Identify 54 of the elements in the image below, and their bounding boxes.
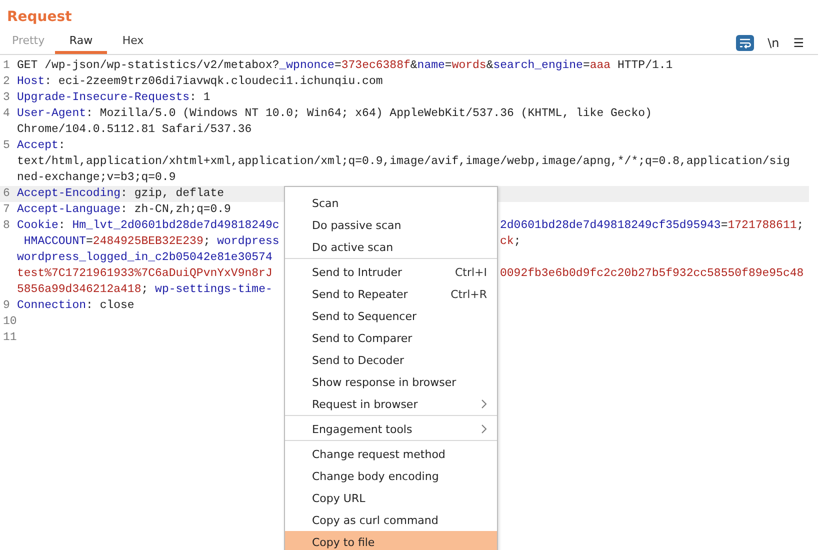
code-text: ned-exchange;v=b3;q=0.9 bbox=[17, 170, 176, 186]
word-wrap-icon[interactable] bbox=[736, 34, 754, 50]
code-text: HMACCOUNT=2484925BEB32E239; wordpress bbox=[22, 234, 280, 250]
menu-item[interactable]: Copy URL bbox=[285, 487, 497, 509]
line-number: 10 bbox=[2, 314, 16, 330]
chevron-right-icon bbox=[481, 399, 487, 409]
menu-item[interactable]: Show response in browser bbox=[285, 371, 497, 393]
line-number: 5 bbox=[2, 138, 11, 154]
menu-item[interactable]: Send to Repeater Ctrl+R bbox=[285, 283, 497, 305]
menu-item[interactable]: Scan bbox=[285, 192, 497, 214]
code-text: ck; bbox=[500, 234, 521, 250]
code-text: 5856a99d346212a418; wp-settings-time- bbox=[17, 282, 272, 298]
code-text: Host: eci-2zeem9trz06di7iavwqk.cloudeci1.ichunqiu.com bbox=[17, 74, 383, 90]
code-text: GET /wp-json/wp-statistics/v2/metabox?_wpnonce=373ec6388f&name=words&search_engine=aaa HTTP/1.1 bbox=[17, 58, 673, 74]
menu-item[interactable]: Do passive scan bbox=[285, 214, 497, 236]
code-text: Chrome/104.0.5112.81 Safari/537.36 bbox=[17, 122, 252, 138]
menu-item[interactable]: Request in browser bbox=[285, 393, 497, 415]
menu-item[interactable]: Send to Decoder bbox=[285, 349, 497, 371]
menu-icon[interactable]: ☰ bbox=[793, 36, 804, 50]
code-text: Upgrade-Insecure-Requests: 1 bbox=[17, 90, 210, 106]
menu-item[interactable]: Send to Comparer bbox=[285, 327, 497, 349]
newline-toggle[interactable]: \n bbox=[768, 36, 780, 50]
chevron-right-icon bbox=[481, 424, 487, 434]
code-text: 0092fb3e6b0d9fc2c20b27b5f932cc58550f89e95c48 bbox=[500, 266, 804, 282]
line-number: 1 bbox=[2, 58, 11, 74]
code-text: test%7C1721961933%7C6aDuiQPvnYxV9n8rJ bbox=[17, 266, 274, 282]
menu-item[interactable]: Do active scan bbox=[285, 236, 497, 258]
menu-item[interactable]: Engagement tools bbox=[285, 418, 497, 440]
code-text: 2d0601bd28de7d49818249cf35d95943=1721788611; bbox=[500, 218, 804, 234]
menu-item[interactable]: Copy to file bbox=[285, 531, 497, 550]
panel-title: Request bbox=[6, 8, 73, 27]
tab[interactable]: Hex bbox=[107, 31, 159, 54]
menu-item[interactable]: Change request method bbox=[285, 443, 497, 465]
tab[interactable]: Raw bbox=[55, 31, 107, 54]
line-number: 7 bbox=[2, 202, 11, 218]
code-text: User-Agent: Mozilla/5.0 (Windows NT 10.0; Win64; x64) AppleWebKit/537.36 (KHTML, like Gecko) bbox=[17, 106, 652, 122]
code-text: Accept: bbox=[17, 138, 66, 154]
code-text: Accept-Language: zh-CN,zh;q=0.9 bbox=[17, 202, 231, 218]
line-number: 9 bbox=[2, 298, 11, 314]
code-text: Connection: close bbox=[17, 298, 134, 314]
line-number: 8 bbox=[2, 218, 11, 234]
code-text: text/html,application/xhtml+xml,application/xml;q=0.9,image/avif,image/webp,image/apng,*/*;q=0.8,application/sig bbox=[17, 154, 790, 170]
menu-item[interactable]: Change body encoding bbox=[285, 465, 497, 487]
line-number: 11 bbox=[2, 330, 16, 346]
line-number: 3 bbox=[2, 90, 11, 106]
menu-item[interactable]: Send to Sequencer bbox=[285, 305, 497, 327]
line-number: 4 bbox=[2, 106, 11, 122]
line-number: 6 bbox=[2, 186, 11, 202]
code-text: wordpress_logged_in_c2b05042e81e30574 bbox=[17, 250, 272, 266]
code-text: Accept-Encoding: gzip, deflate bbox=[17, 186, 224, 202]
menu-item[interactable]: Send to Intruder Ctrl+I bbox=[285, 261, 497, 283]
line-number: 2 bbox=[2, 74, 11, 90]
code-text: Cookie: Hm_lvt_2d0601bd28de7d49818249c bbox=[17, 218, 280, 234]
menu-item[interactable]: Copy as curl command bbox=[285, 509, 497, 531]
